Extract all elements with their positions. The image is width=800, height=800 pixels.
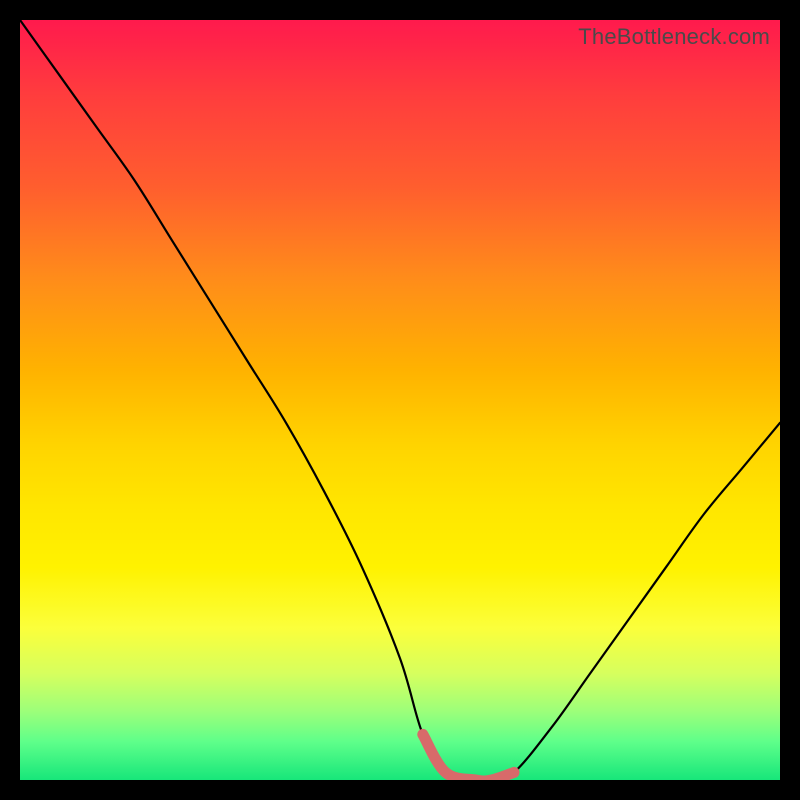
bottleneck-curve bbox=[20, 20, 780, 780]
optimal-segment bbox=[423, 734, 514, 780]
curve-layer bbox=[20, 20, 780, 780]
plot-area: TheBottleneck.com bbox=[20, 20, 780, 780]
chart-frame: TheBottleneck.com bbox=[0, 0, 800, 800]
